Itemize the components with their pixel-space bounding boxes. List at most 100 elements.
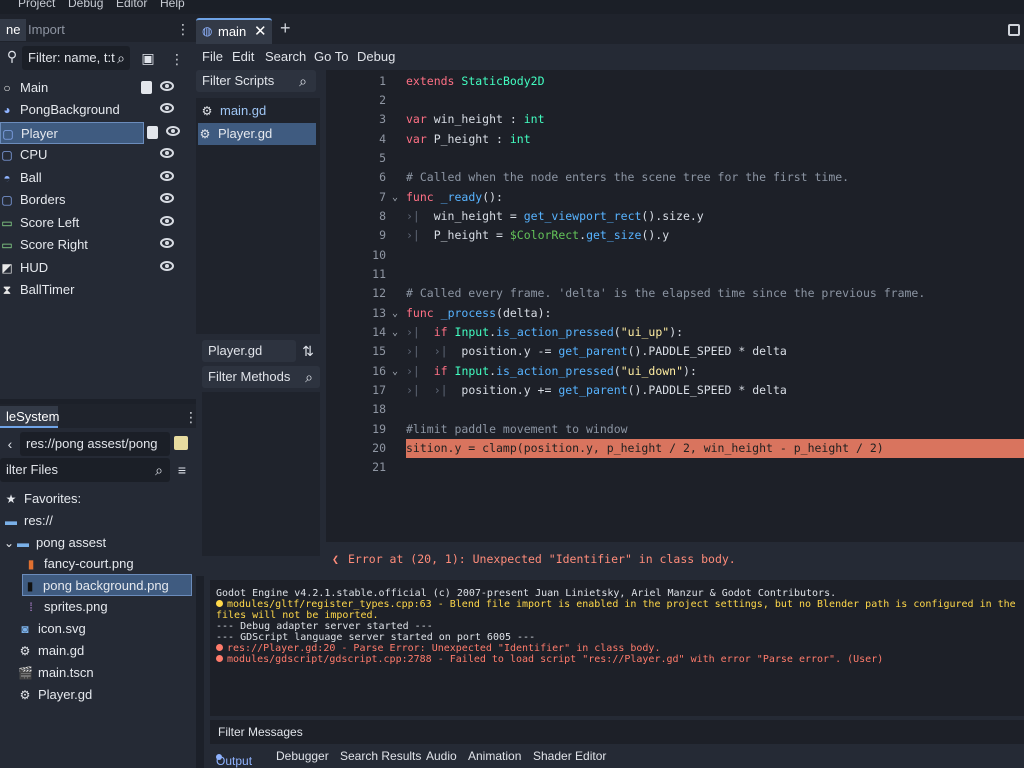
close-icon[interactable]: ✕ bbox=[254, 22, 267, 40]
code-line-10: 10 bbox=[372, 248, 386, 262]
fs-res-root[interactable]: ▬ res:// bbox=[4, 510, 53, 532]
timer-icon: ⧗ bbox=[2, 283, 12, 297]
svg-icon: ◙ bbox=[21, 622, 29, 636]
tree-node-main[interactable]: ○ Main bbox=[0, 77, 190, 99]
scene-menu-icon[interactable]: ⋮ bbox=[170, 52, 184, 66]
filter-files-input[interactable]: ilter Files bbox=[0, 458, 170, 482]
tree-node-balltimer[interactable]: ⧗ BallTimer bbox=[0, 279, 190, 301]
chevron-down-icon[interactable]: ⌄ bbox=[4, 532, 14, 554]
visibility-eye-icon[interactable] bbox=[160, 193, 174, 203]
search-icon: ⌕ bbox=[155, 462, 163, 478]
fs-file-pong-background[interactable]: ▮ pong background.png bbox=[22, 574, 192, 596]
search-icon: ⌕ bbox=[299, 73, 307, 89]
menu-edit[interactable]: Edit bbox=[232, 49, 254, 64]
chevron-left-icon[interactable]: ‹ bbox=[4, 434, 16, 454]
chevron-left-icon[interactable]: ❮ bbox=[332, 542, 339, 576]
fs-file-fancy-court[interactable]: ▮ fancy-court.png bbox=[24, 553, 134, 575]
tab-audio[interactable]: Audio bbox=[426, 749, 457, 763]
add-tab-icon[interactable]: + bbox=[280, 18, 291, 39]
code-editor[interactable]: 1 extends StaticBody2D 2 3 var win_height … bbox=[326, 70, 1024, 542]
search-icon: ⌕ bbox=[305, 369, 313, 385]
visibility-eye-icon[interactable] bbox=[160, 171, 174, 181]
warning-dot-icon bbox=[216, 600, 223, 607]
filesystem-menu-icon[interactable]: ⋮ bbox=[184, 410, 198, 424]
attach-script-icon[interactable]: ▣ bbox=[140, 48, 156, 68]
code-line-1: 1 extends StaticBody2D bbox=[379, 74, 545, 88]
filter-messages-input[interactable]: Filter Messages bbox=[210, 720, 1024, 744]
output-panel: Godot Engine v4.2.1.stable.official (c) … bbox=[204, 576, 1024, 768]
fs-file-main-tscn[interactable]: 🎬 main.tscn bbox=[18, 662, 94, 684]
tree-node-borders[interactable]: ▢ Borders bbox=[0, 189, 190, 211]
tab-filesystem[interactable]: leSystem bbox=[0, 406, 59, 428]
sort-icon[interactable]: ≡ bbox=[174, 460, 190, 480]
scene-icon: 🎬 bbox=[18, 666, 33, 680]
main-menu-bar: Project Debug Editor Help bbox=[0, 0, 1024, 14]
fs-file-main-gd[interactable]: ⚙ main.gd bbox=[18, 640, 85, 662]
menu-help[interactable]: Help bbox=[160, 0, 185, 10]
script-icon[interactable] bbox=[147, 126, 158, 139]
fold-chevron-icon[interactable]: ⌄ bbox=[392, 304, 398, 323]
tree-node-cpu[interactable]: ▢ CPU bbox=[0, 144, 190, 166]
fs-file-player-gd[interactable]: ⚙ Player.gd bbox=[18, 684, 93, 706]
log-line: Godot Engine v4.2.1.stable.official (c) … bbox=[216, 588, 837, 599]
fs-folder-pong-assest[interactable]: ⌄ ▬ pong assest bbox=[4, 532, 106, 554]
sort-methods-icon[interactable]: ⇅ bbox=[300, 341, 316, 361]
scene-dock-tabs: ne Import ⋮ bbox=[0, 14, 196, 42]
tab-animation[interactable]: Animation bbox=[468, 749, 521, 763]
tree-node-hud[interactable]: ◩ HUD bbox=[0, 257, 190, 279]
visibility-eye-icon[interactable] bbox=[160, 148, 174, 158]
tree-node-score-right[interactable]: ▭ Score Right bbox=[0, 234, 190, 256]
fold-chevron-icon[interactable]: ⌄ bbox=[392, 323, 398, 342]
star-icon: ★ bbox=[5, 492, 17, 506]
error-message[interactable]: Error at (20, 1): Unexpected "Identifier… bbox=[348, 542, 736, 576]
menu-debug[interactable]: Debug bbox=[68, 0, 103, 10]
fold-chevron-icon[interactable]: ⌄ bbox=[392, 362, 398, 381]
fs-file-sprites[interactable]: ⁞ sprites.png bbox=[24, 596, 107, 618]
tree-node-ball[interactable]: ◓ Ball bbox=[0, 167, 190, 189]
fs-file-icon-svg[interactable]: ◙ icon.svg bbox=[18, 618, 85, 640]
menu-search[interactable]: Search bbox=[265, 49, 306, 64]
link-icon[interactable]: ⚲ bbox=[4, 46, 20, 66]
visibility-eye-icon[interactable] bbox=[160, 81, 174, 91]
script-icon[interactable] bbox=[141, 81, 152, 94]
image-icon: ⁞ bbox=[29, 600, 33, 614]
folder-view-icon[interactable] bbox=[174, 436, 188, 450]
folder-icon: ▬ bbox=[17, 536, 29, 550]
canvas-layer-icon: ◩ bbox=[1, 261, 13, 275]
tab-shader-editor[interactable]: Shader Editor bbox=[533, 749, 606, 763]
visibility-eye-icon[interactable] bbox=[160, 216, 174, 226]
menu-project[interactable]: Project bbox=[18, 0, 55, 10]
scene-tab-icon: ◍ bbox=[202, 24, 213, 38]
visibility-eye-icon[interactable] bbox=[160, 261, 174, 271]
fold-chevron-icon[interactable]: ⌄ bbox=[392, 188, 398, 207]
tab-search-results[interactable]: Search Results bbox=[340, 749, 421, 763]
path-field[interactable]: res://pong assest/pong bac bbox=[20, 432, 170, 475]
tree-node-pongbackground[interactable]: ◕ PongBackground bbox=[0, 99, 190, 121]
output-log[interactable]: Godot Engine v4.2.1.stable.official (c) … bbox=[210, 580, 1024, 716]
gear-icon: ⚙ bbox=[199, 127, 211, 141]
menu-file[interactable]: File bbox=[202, 49, 223, 64]
visibility-eye-icon[interactable] bbox=[166, 126, 180, 136]
script-item-player[interactable]: ⚙ Player.gd bbox=[198, 123, 316, 145]
dock-menu-icon[interactable]: ⋮ bbox=[176, 22, 190, 36]
distraction-free-icon[interactable] bbox=[1008, 24, 1020, 36]
code-line-16: 16 ⌄ ›| if Input.is_action_pressed("ui_dow… bbox=[326, 362, 1024, 381]
visibility-eye-icon[interactable] bbox=[160, 103, 174, 113]
script-item-main[interactable]: ⚙ main.gd bbox=[200, 100, 267, 122]
label-icon: ▭ bbox=[1, 238, 13, 252]
tab-main-scene[interactable]: ◍ main ✕ bbox=[196, 18, 272, 44]
menu-goto[interactable]: Go To bbox=[314, 49, 348, 64]
tree-node-player[interactable]: ▢ Player bbox=[0, 122, 144, 144]
log-line-error: modules/gdscript/gdscript.cpp:2788 - Fai… bbox=[216, 654, 883, 665]
label-icon: ▭ bbox=[1, 216, 13, 230]
script-editor: ◍ main ✕ + File Edit Search Go To Debug … bbox=[196, 14, 1024, 576]
tree-node-score-left[interactable]: ▭ Score Left bbox=[0, 212, 190, 234]
code-line-18: 18 bbox=[372, 402, 386, 416]
visibility-eye-icon[interactable] bbox=[160, 238, 174, 248]
menu-editor[interactable]: Editor bbox=[116, 0, 147, 10]
scene-dock: ne Import ⋮ ⚲ Filter: name, t:t ⌕ ▣ ⋮ ○ M… bbox=[0, 14, 196, 399]
tab-debugger[interactable]: Debugger bbox=[276, 749, 329, 763]
menu-debug-script[interactable]: Debug bbox=[357, 49, 395, 64]
fs-favorites[interactable]: ★ Favorites: bbox=[4, 488, 81, 510]
tab-import[interactable]: Import bbox=[22, 19, 71, 41]
